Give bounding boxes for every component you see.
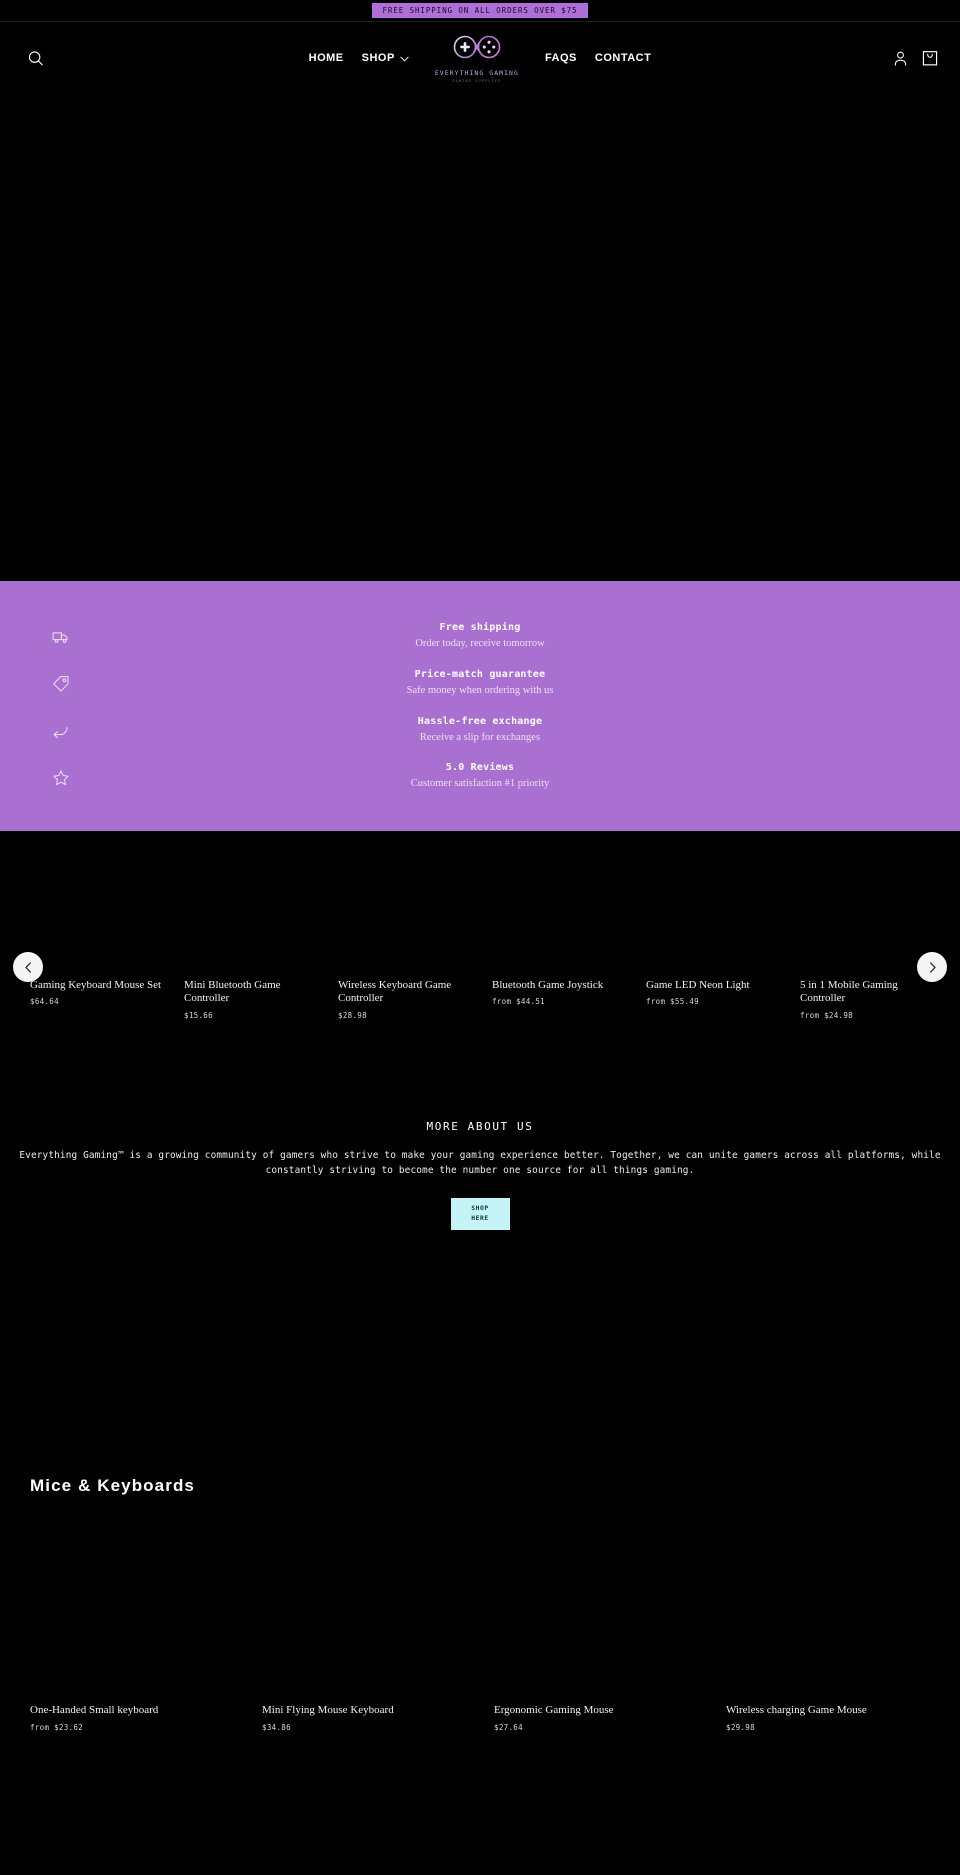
product-title: One-Handed Small keyboard (30, 1704, 159, 1717)
return-arrow-icon (52, 722, 70, 740)
benefit-title: 5.0 Reviews (445, 762, 515, 774)
product-card[interactable]: Wireless Keyboard Game Controller $28.98 (338, 831, 492, 1020)
benefit-title: Hassle-free exchange (417, 715, 543, 727)
product-price: $15.66 (184, 1010, 213, 1020)
carousel-prev-button[interactable] (13, 952, 43, 982)
collection-title: Mice & Keyboards (30, 1476, 195, 1496)
product-title: Gaming Keyboard Mouse Set (30, 979, 162, 991)
product-price: $29.98 (726, 1722, 755, 1732)
product-card[interactable]: Game LED Neon Light from $55.49 (646, 831, 800, 1020)
chevron-down-icon (400, 49, 409, 67)
product-image (492, 831, 646, 979)
product-card[interactable]: Bluetooth Game Joystick from $44.51 (492, 831, 646, 1020)
product-price: from $23.62 (30, 1722, 83, 1732)
product-image (262, 1518, 494, 1705)
site-logo[interactable]: EVERYTHING GAMING GAMING SUPPLIES (435, 33, 519, 83)
search-icon[interactable] (27, 50, 44, 67)
collection-product-card[interactable]: One-Handed Small keyboard from $23.62 (30, 1518, 262, 1732)
product-price: $27.64 (494, 1722, 523, 1732)
shop-here-line-1: SHOP (471, 1205, 489, 1213)
product-card[interactable]: 5 in 1 Mobile Gaming Controller from $24… (800, 831, 954, 1020)
product-price: from $24.98 (800, 1010, 853, 1020)
benefit-item-price-match: Price-match guarantee Safe money when or… (407, 668, 554, 698)
product-image (30, 1518, 262, 1705)
product-title: Wireless charging Game Mouse (726, 1704, 867, 1717)
collection-product-card[interactable]: Ergonomic Gaming Mouse $27.64 (494, 1518, 726, 1732)
account-icon[interactable] (893, 50, 908, 66)
shop-here-line-2: HERE (471, 1215, 489, 1223)
collection-grid: One-Handed Small keyboard from $23.62 Mi… (0, 1518, 960, 1732)
benefits-icon-column (52, 581, 70, 831)
benefit-subtitle: Customer satisfaction #1 priority (410, 778, 550, 790)
product-title: Game LED Neon Light (646, 979, 750, 991)
product-title: Mini Bluetooth Game Controller (184, 979, 281, 1005)
product-title: Bluetooth Game Joystick (492, 979, 604, 991)
benefit-title: Price-match guarantee (414, 668, 546, 680)
price-tag-icon (52, 675, 70, 693)
nav-item-shop[interactable]: SHOP (362, 49, 409, 67)
nav-item-shop-label: SHOP (361, 52, 395, 64)
benefits-bar: Free shipping Order today, receive tomor… (0, 581, 960, 831)
nav-group-right: FAQS CONTACT (545, 52, 651, 64)
announcement-text: FREE SHIPPING ON ALL ORDERS OVER $75 (371, 2, 589, 19)
product-image (726, 1518, 958, 1705)
shop-here-button[interactable]: SHOP HERE (450, 1198, 510, 1231)
product-price: from $55.49 (646, 997, 699, 1007)
product-price: $64.64 (30, 997, 59, 1007)
site-header: HOME SHOP EVERYTHING GAMING GAMING SUPPL… (0, 22, 960, 94)
storefront-page: FREE SHIPPING ON ALL ORDERS OVER $75 HOM… (0, 0, 960, 1875)
benefit-subtitle: Order today, receive tomorrow (415, 638, 545, 650)
hero-banner (0, 94, 960, 581)
logo-name: EVERYTHING GAMING (434, 69, 519, 77)
benefit-subtitle: Safe money when ordering with us (406, 684, 554, 696)
product-title: Ergonomic Gaming Mouse (494, 1704, 614, 1717)
benefit-item-free-shipping: Free shipping Order today, receive tomor… (415, 621, 544, 651)
about-body: Everything Gaming™ is a growing communit… (19, 1150, 941, 1176)
header-actions (893, 50, 938, 67)
product-price: $28.98 (338, 1010, 367, 1020)
about-section: MORE ABOUT US Everything Gaming™ is a gr… (0, 1063, 960, 1231)
product-card[interactable]: Mini Bluetooth Game Controller $15.66 (184, 831, 338, 1020)
product-card[interactable]: Gaming Keyboard Mouse Set $64.64 (30, 831, 184, 1020)
collection-product-card[interactable]: Mini Flying Mouse Keyboard $34.86 (262, 1518, 494, 1732)
product-image (494, 1518, 726, 1705)
nav-item-faqs[interactable]: FAQS (545, 52, 577, 64)
product-image (184, 831, 338, 979)
carousel-next-button[interactable] (917, 952, 947, 982)
product-image (30, 831, 184, 979)
product-title: 5 in 1 Mobile Gaming Controller (800, 979, 898, 1005)
benefit-item-reviews: 5.0 Reviews Customer satisfaction #1 pri… (411, 761, 550, 791)
logo-tagline: GAMING SUPPLIES (452, 79, 502, 83)
delivery-truck-icon (52, 628, 70, 646)
benefit-title: Free shipping (439, 622, 521, 634)
gamepad-infinity-logo-icon (448, 33, 506, 68)
nav-group-left: HOME SHOP (309, 49, 409, 67)
carousel-track: Gaming Keyboard Mouse Set $64.64 Mini Bl… (30, 831, 954, 1020)
product-image (338, 831, 492, 979)
product-price: $34.86 (262, 1722, 291, 1732)
featured-products-carousel: Gaming Keyboard Mouse Set $64.64 Mini Bl… (0, 831, 960, 1063)
product-title: Wireless Keyboard Game Controller (338, 979, 452, 1005)
collection-product-card[interactable]: Wireless charging Game Mouse $29.98 (726, 1518, 958, 1732)
primary-navigation: HOME SHOP EVERYTHING GAMING GAMING SUPPL… (0, 33, 960, 83)
product-title: Mini Flying Mouse Keyboard (262, 1704, 394, 1717)
benefits-text-column: Free shipping Order today, receive tomor… (0, 621, 960, 791)
benefit-subtitle: Receive a slip for exchanges (419, 731, 541, 743)
nav-item-home[interactable]: HOME (309, 52, 344, 64)
star-icon (52, 769, 70, 787)
product-price: from $44.51 (492, 997, 545, 1007)
nav-item-contact[interactable]: CONTACT (595, 52, 651, 64)
shopping-bag-icon[interactable] (922, 50, 938, 67)
announcement-bar: FREE SHIPPING ON ALL ORDERS OVER $75 (0, 0, 960, 22)
about-title: MORE ABOUT US (426, 1120, 534, 1133)
product-image (646, 831, 800, 979)
collection-section: Mice & Keyboards One-Handed Small keyboa… (0, 1230, 960, 1732)
benefit-item-exchange: Hassle-free exchange Receive a slip for … (418, 715, 542, 745)
